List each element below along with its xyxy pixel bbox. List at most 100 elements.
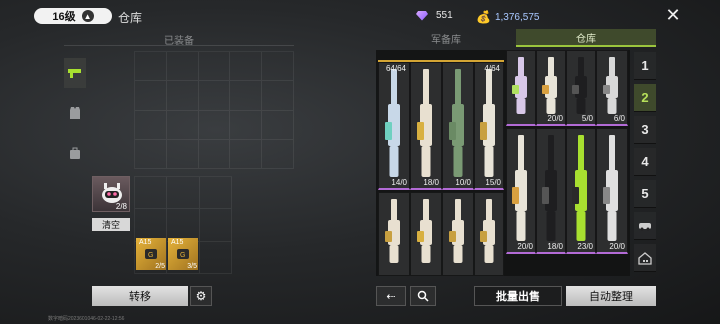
grid-cell[interactable] — [230, 52, 263, 82]
back-button[interactable]: ⇠ — [376, 286, 406, 306]
page-4-button[interactable]: 4 — [634, 148, 656, 176]
weapon-tile[interactable]: 20/0 — [536, 50, 566, 126]
search-button[interactable] — [410, 286, 436, 306]
weapon-ammo-count: 15/0 — [485, 178, 501, 187]
weapon-ammo-count: 5/0 — [581, 114, 593, 123]
grid-cell[interactable] — [135, 81, 167, 111]
grid-cell[interactable] — [166, 110, 199, 140]
weapon-ammo-count: 10/0 — [455, 178, 471, 187]
rifle-icon — [570, 57, 592, 115]
tab-armory[interactable]: 军备库 — [376, 29, 516, 47]
weapon-tile[interactable]: 20/0 — [506, 128, 536, 254]
grid-cell[interactable] — [199, 177, 232, 210]
weapon-tile[interactable]: 23/0 — [566, 128, 596, 254]
grid-cell[interactable] — [199, 209, 232, 242]
ammo-count: 2/5 — [155, 263, 165, 270]
weapon-tile[interactable]: 6/0 — [596, 50, 628, 126]
divider — [64, 45, 294, 46]
rifle-icon — [601, 57, 623, 115]
grid-cell[interactable] — [230, 110, 263, 140]
rifle-icon — [540, 57, 562, 115]
search-icon — [417, 290, 429, 302]
grid-cell[interactable] — [135, 177, 168, 210]
weapon-ammo-count: 14/0 — [391, 178, 407, 187]
ammo-label: A15 — [171, 239, 184, 246]
grid-cell[interactable] — [262, 81, 294, 111]
level-badge: 16级 ▲ — [34, 8, 112, 24]
page-3-button[interactable]: 3 — [634, 116, 656, 144]
coin-balance: 💰 1,376,575 — [476, 10, 539, 24]
weapon-ammo-count: 20/0 — [547, 114, 563, 123]
weapon-tile[interactable]: 10/0 — [442, 62, 474, 190]
weapon-tile[interactable] — [378, 192, 410, 276]
grid-cell[interactable] — [199, 241, 232, 274]
rifle-icon — [415, 199, 437, 265]
weapon-tile[interactable]: 4/64 15/0 — [474, 62, 504, 190]
grid-cell[interactable] — [198, 81, 231, 111]
grid-cell[interactable] — [166, 139, 199, 169]
gem-balance: 551 — [416, 10, 453, 21]
grid-cell[interactable] — [135, 139, 167, 169]
vest-icon — [70, 107, 80, 119]
house-page-button[interactable] — [634, 244, 656, 272]
weapon-tile[interactable] — [410, 192, 442, 276]
grid-cell[interactable] — [135, 209, 168, 242]
weapon-tile[interactable] — [442, 192, 474, 276]
weapon-ammo-count: 18/0 — [423, 178, 439, 187]
grid-cell[interactable] — [198, 110, 231, 140]
footer-watermark: 数字暗码2023601046-02-22-12:56 — [48, 316, 125, 322]
grid-cell[interactable] — [198, 52, 231, 82]
tab-armor[interactable] — [64, 98, 86, 128]
auto-sort-button[interactable]: 自动整理 — [566, 286, 656, 306]
page-1-button[interactable]: 1 — [634, 52, 656, 80]
ammo-slot[interactable]: A15 G 2/5 — [136, 238, 166, 270]
level-text: 16级 — [52, 11, 76, 23]
bulk-sell-button[interactable]: 批量出售 — [474, 286, 562, 306]
grid-cell[interactable] — [135, 52, 167, 82]
weapon-ammo-count: 23/0 — [577, 242, 593, 251]
page-2-button[interactable]: 2 — [634, 84, 656, 112]
close-button[interactable]: ✕ — [664, 6, 682, 24]
ammo-slot[interactable]: A15 G 3/5 — [168, 238, 198, 270]
grid-cell[interactable] — [167, 177, 200, 210]
warehouse-grid: 64/64 14/0 18/0 10/0 4/64 15/0 20/0 5/0 6/0 20/0 1… — [376, 50, 630, 276]
ammo-box-icon: G — [145, 249, 157, 259]
rifle-icon — [510, 135, 532, 243]
grid-cell[interactable] — [230, 139, 263, 169]
close-icon: ✕ — [665, 5, 681, 25]
grid-cell[interactable] — [262, 110, 294, 140]
svg-text:G: G — [180, 252, 185, 259]
tab-backpack[interactable] — [64, 138, 86, 168]
weapon-tile[interactable]: 20/0 — [596, 128, 628, 254]
grid-cell[interactable] — [167, 209, 200, 242]
page-5-button[interactable]: 5 — [634, 180, 656, 208]
weapon-ammo-count: 6/0 — [613, 114, 625, 123]
grid-cell[interactable] — [166, 81, 199, 111]
grid-cell[interactable] — [198, 139, 231, 169]
grid-cell[interactable] — [135, 110, 167, 140]
weapon-tile[interactable]: 5/0 — [566, 50, 596, 126]
weapon-tile[interactable]: 64/64 14/0 — [378, 62, 410, 190]
transfer-button[interactable]: 转移 — [92, 286, 188, 306]
tab-warehouse[interactable]: 仓库 — [516, 29, 656, 47]
rifle-icon — [383, 69, 405, 179]
tab-weapon[interactable] — [64, 58, 86, 88]
settings-button[interactable]: ⚙ — [190, 286, 212, 306]
weapon-tile[interactable]: 18/0 — [536, 128, 566, 254]
grid-cell[interactable] — [166, 52, 199, 82]
grid-cell[interactable] — [230, 81, 263, 111]
weapon-tile[interactable] — [506, 50, 536, 126]
ammo-label: A15 — [139, 239, 152, 246]
clear-button[interactable]: 清空 — [92, 218, 130, 231]
rifle-icon — [415, 69, 437, 179]
rifle-icon — [601, 135, 623, 243]
ammo-count: 3/5 — [187, 263, 197, 270]
grid-cell[interactable] — [262, 139, 294, 169]
capacity-bar — [378, 60, 504, 62]
weapon-tile[interactable]: 18/0 — [410, 62, 442, 190]
vehicle-page-button[interactable] — [634, 212, 656, 240]
grid-cell[interactable] — [262, 52, 294, 82]
weapon-tile[interactable] — [474, 192, 504, 276]
pet-slot[interactable]: 2/8 — [92, 176, 130, 212]
page-title: 仓库 — [118, 11, 143, 25]
